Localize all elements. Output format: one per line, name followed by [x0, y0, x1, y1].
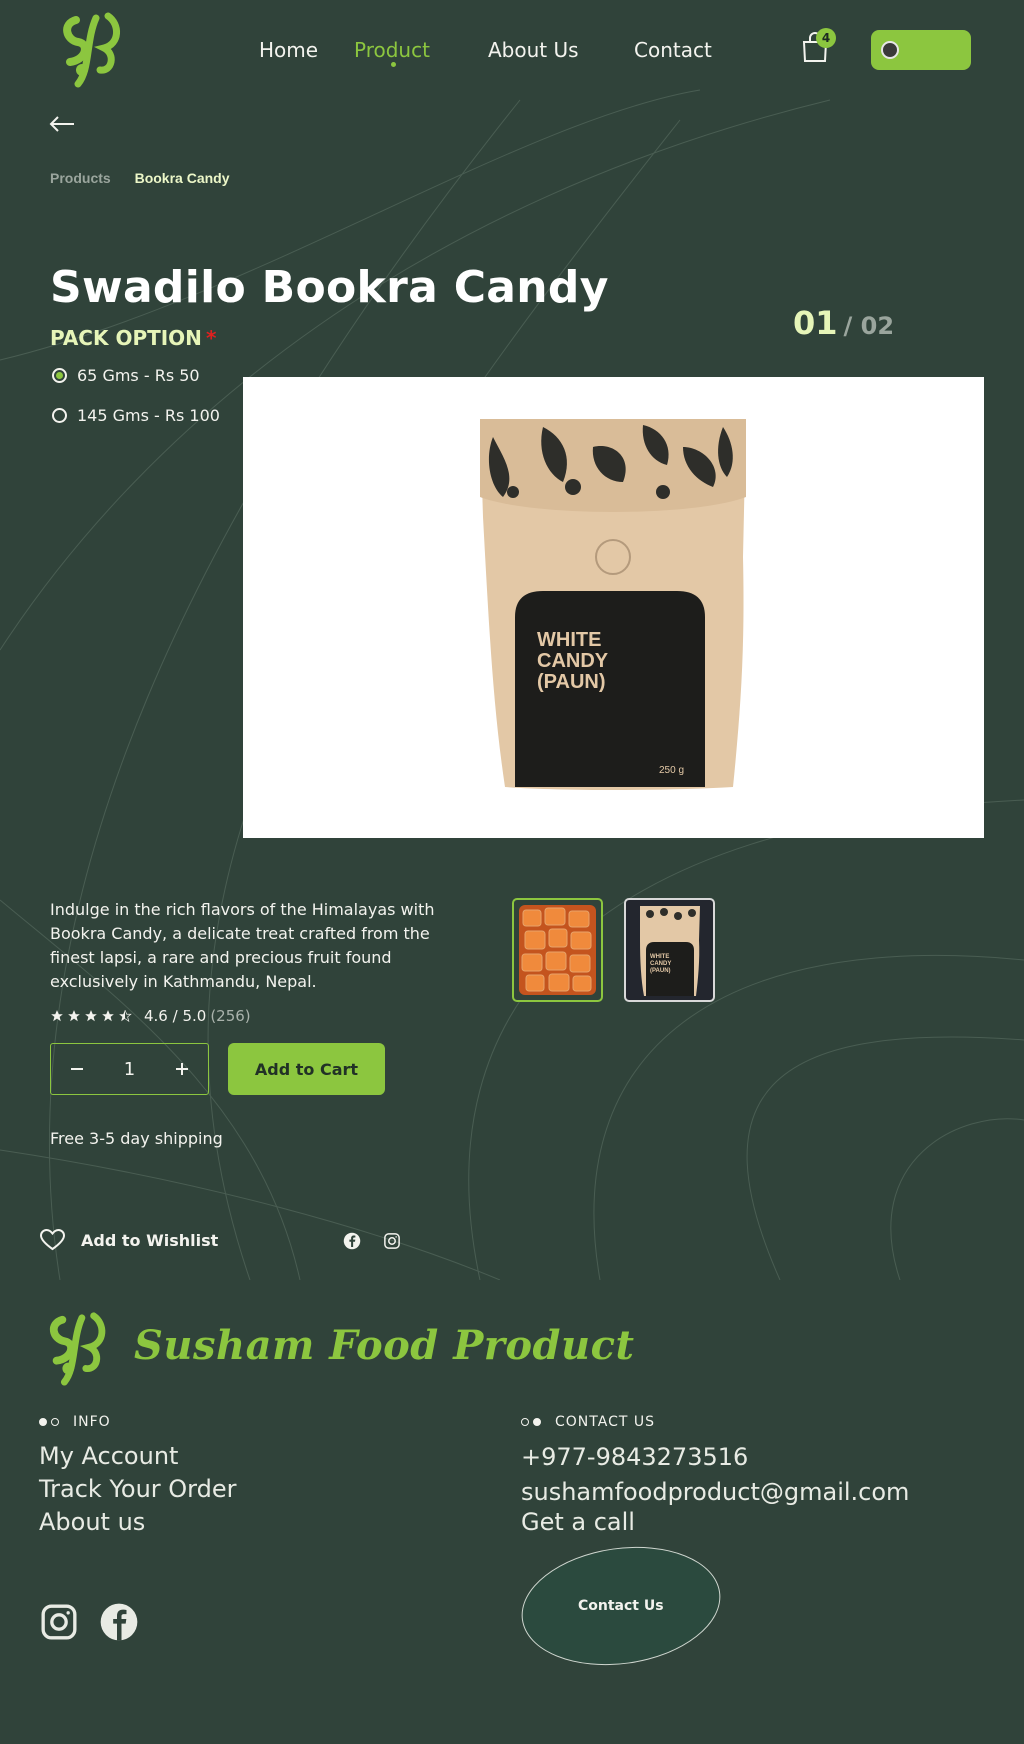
back-arrow-icon[interactable]: [48, 110, 76, 138]
quantity-stepper: 1: [50, 1043, 209, 1095]
brand-name: Susham Food Product: [134, 1322, 635, 1369]
instagram-icon[interactable]: [383, 1232, 401, 1250]
radio-unselected[interactable]: [52, 408, 67, 423]
package-text-2: CANDY: [537, 650, 609, 672]
option-label: 145 Gms - Rs 100: [77, 406, 220, 425]
main-product-image: WHITE CANDY (PAUN) 250 g: [243, 377, 984, 838]
footer-link-my-account[interactable]: My Account: [39, 1442, 178, 1470]
thumb-package-text-2: CANDY: [650, 961, 671, 967]
star-icon: [85, 1010, 97, 1022]
footer-link-about-us[interactable]: About us: [39, 1508, 145, 1536]
plus-icon[interactable]: [170, 1057, 194, 1081]
star-icon: [102, 1010, 114, 1022]
nav-about-us[interactable]: About Us: [488, 38, 579, 62]
thumb-package-text-1: WHITE: [650, 954, 669, 960]
user-account-button[interactable]: [871, 30, 971, 70]
facebook-icon[interactable]: [343, 1232, 361, 1250]
thumbnail-candy[interactable]: [512, 898, 603, 1002]
footer-facebook-icon[interactable]: [99, 1602, 139, 1642]
shipping-info: Free 3-5 day shipping: [50, 1129, 223, 1148]
breadcrumb: Products Bookra Candy: [50, 170, 230, 186]
footer-link-track-order[interactable]: Track Your Order: [39, 1475, 237, 1503]
package-weight: 250 g: [659, 765, 684, 776]
breadcrumb-current: Bookra Candy: [134, 170, 230, 186]
rating-value: 4.6 / 5.0: [144, 1007, 207, 1025]
logo-icon[interactable]: [56, 10, 128, 88]
contact-email[interactable]: sushamfoodproduct@gmail.com: [521, 1478, 909, 1506]
thumbnail-package[interactable]: WHITE CANDY (PAUN): [624, 898, 715, 1002]
radio-selected[interactable]: [52, 368, 67, 383]
nav-home[interactable]: Home: [259, 38, 318, 62]
star-icon: [51, 1010, 63, 1022]
product-rating: 4.6 / 5.0 (256): [50, 1007, 251, 1025]
contact-phone[interactable]: +977-9843273516: [521, 1443, 748, 1471]
cart-count-badge: 4: [816, 28, 836, 48]
pack-option-145g[interactable]: 145 Gms - Rs 100: [52, 406, 220, 425]
footer-logo-icon: [49, 1312, 106, 1386]
rating-count: (256): [210, 1007, 251, 1025]
footer-instagram-icon[interactable]: [39, 1602, 79, 1642]
pack-option-label: PACK OPTION *: [50, 326, 217, 350]
rating-stars: [50, 1009, 132, 1023]
package-text-3: (PAUN): [537, 671, 606, 693]
nav-contact[interactable]: Contact: [634, 38, 712, 62]
info-heading: INFO: [39, 1414, 111, 1430]
option-label: 65 Gms - Rs 50: [77, 366, 200, 385]
minus-icon[interactable]: [65, 1057, 89, 1081]
half-star-icon: [119, 1010, 132, 1023]
add-to-cart-button[interactable]: Add to Cart: [228, 1043, 385, 1095]
active-indicator: [391, 62, 396, 67]
wishlist-label: Add to Wishlist: [81, 1230, 219, 1250]
star-icon: [68, 1010, 80, 1022]
contact-us-button[interactable]: Contact Us: [513, 1534, 729, 1678]
top-navigation: Home Product About Us Contact 4: [0, 0, 1024, 100]
quantity-value[interactable]: 1: [124, 1059, 135, 1080]
product-description: Indulge in the rich flavors of the Himal…: [50, 900, 435, 991]
product-title: Swadilo Bookra Candy: [50, 262, 609, 313]
package-text-1: WHITE: [537, 629, 601, 651]
breadcrumb-products[interactable]: Products: [50, 170, 111, 186]
contact-heading: CONTACT US: [521, 1414, 655, 1430]
pack-option-65g[interactable]: 65 Gms - Rs 50: [52, 366, 200, 385]
nav-product[interactable]: Product: [354, 38, 430, 62]
avatar: [881, 41, 899, 59]
thumb-package-text-3: (PAUN): [650, 968, 671, 974]
get-a-call-link[interactable]: Get a call: [521, 1508, 635, 1536]
heart-icon: [40, 1229, 65, 1251]
add-to-wishlist-button[interactable]: Add to Wishlist: [40, 1229, 218, 1251]
image-counter: 01/ 02: [793, 304, 895, 342]
